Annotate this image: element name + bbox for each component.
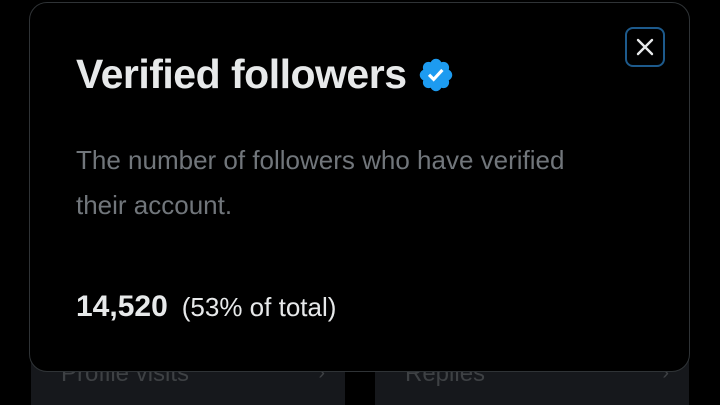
verified-check-icon (419, 58, 452, 91)
dialog-title: Verified followers (76, 51, 407, 97)
dialog-description: The number of followers who have verifie… (76, 145, 565, 220)
verified-followers-count: 14,520 (76, 290, 168, 323)
dialog-header: Verified followers (76, 51, 455, 98)
close-button[interactable] (625, 27, 665, 67)
verified-followers-dialog: Verified followers The number of followe… (29, 2, 690, 372)
verified-followers-share: (53% of total) (181, 292, 337, 322)
analytics-screen: Profile visits › Replies › Verified foll… (0, 0, 720, 405)
stats-row: 14,520 (53% of total) (76, 290, 336, 324)
close-icon (636, 38, 654, 56)
